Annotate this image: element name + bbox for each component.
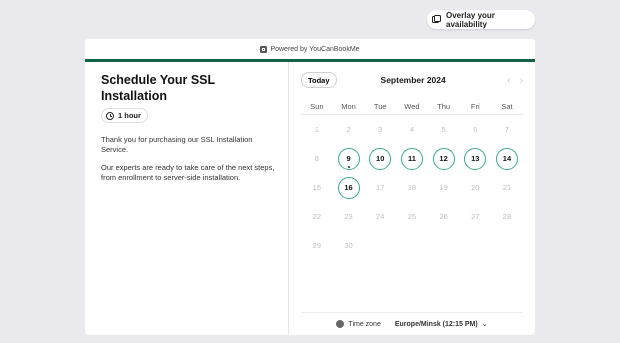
calendar-day-available[interactable]: 16 xyxy=(333,173,365,202)
day-number: 24 xyxy=(376,212,385,221)
chevron-left-icon[interactable]: ‹ xyxy=(507,75,510,86)
weekday-header: Sat xyxy=(491,99,523,115)
calendar-day: 3 xyxy=(364,115,396,144)
day-number: 2 xyxy=(346,125,351,134)
calendar-day: 21 xyxy=(491,173,523,202)
timezone-bar: Time zone Europe/Minsk (12:15 PM) ⌄ xyxy=(301,312,523,335)
day-number: 26 xyxy=(439,212,448,221)
today-button[interactable]: Today xyxy=(301,72,337,88)
timezone-label: Time zone xyxy=(348,320,381,328)
booking-card: Powered by YouCanBookMe Schedule Your SS… xyxy=(85,39,535,335)
day-number: 10 xyxy=(369,147,392,170)
day-number: 20 xyxy=(471,183,480,192)
calendar-header: Today September 2024 ‹ › xyxy=(301,72,523,88)
calendar-overlay-icon xyxy=(432,15,441,24)
event-details-panel: Schedule Your SSL Installation 1 hour Th… xyxy=(85,62,289,335)
calendar-day: 30 xyxy=(333,231,365,260)
day-number: 29 xyxy=(312,241,322,250)
powered-by-banner: Powered by YouCanBookMe xyxy=(85,39,535,59)
weekday-header: Wed xyxy=(396,99,428,115)
calendar-day: 22 xyxy=(301,202,333,231)
day-number: 30 xyxy=(344,241,353,250)
day-number: 21 xyxy=(502,183,512,192)
calendar-day: 8 xyxy=(301,144,333,173)
day-number: 12 xyxy=(432,147,455,170)
calendar-day: 24 xyxy=(364,202,396,231)
description-paragraph: Our experts are ready to take care of th… xyxy=(101,162,275,183)
calendar-panel: Today September 2024 ‹ › Sun Mon Tue Wed Thu… xyxy=(289,62,535,335)
day-number: 4 xyxy=(409,125,414,134)
day-number: 22 xyxy=(312,212,322,221)
calendar-grid: Sun Mon Tue Wed Thu Fri Sat 1 2 3 4 5 6 7 8 9 10 11 12 13 14… xyxy=(301,99,523,260)
calendar-day: 26 xyxy=(428,202,460,231)
event-title: Schedule Your SSL Installation xyxy=(101,73,215,103)
calendar-day-available[interactable]: 9 xyxy=(333,144,365,173)
duration-label: 1 hour xyxy=(118,111,141,120)
calendar-day: 4 xyxy=(396,115,428,144)
calendar-day: 5 xyxy=(428,115,460,144)
calendar-day: 6 xyxy=(459,115,491,144)
calendar-day-available[interactable]: 13 xyxy=(459,144,491,173)
calendar-day: 25 xyxy=(396,202,428,231)
day-number: 7 xyxy=(504,125,510,134)
weekday-header: Tue xyxy=(364,99,397,115)
calendar-day: 19 xyxy=(428,173,460,202)
day-number: 18 xyxy=(407,183,417,192)
calendar-day-available[interactable]: 12 xyxy=(428,144,460,173)
day-number: 28 xyxy=(502,212,512,221)
day-number: 5 xyxy=(441,125,446,134)
day-number: 11 xyxy=(400,147,423,170)
day-number: 17 xyxy=(376,183,385,192)
powered-by-text: Powered by YouCanBookMe xyxy=(270,45,360,53)
calendar-day-available[interactable]: 11 xyxy=(396,144,428,173)
duration-badge: 1 hour xyxy=(101,108,148,123)
globe-icon xyxy=(336,320,345,328)
event-description: Thank you for purchasing our SSL Install… xyxy=(101,135,278,184)
day-number: 9 xyxy=(337,147,360,170)
overlay-availability-button[interactable]: Overlay your availability xyxy=(427,10,535,29)
weekday-header: Mon xyxy=(332,99,365,115)
calendar-day: 18 xyxy=(396,173,428,202)
clock-icon xyxy=(106,111,114,120)
overlay-availability-label: Overlay your availability xyxy=(446,10,495,29)
day-number: 15 xyxy=(312,183,322,192)
weekday-header: Fri xyxy=(459,99,492,115)
chevron-down-icon[interactable]: ⌄ xyxy=(482,320,488,328)
day-number: 13 xyxy=(464,147,487,170)
day-number: 14 xyxy=(495,147,518,170)
day-number: 27 xyxy=(471,212,480,221)
description-paragraph: Thank you for purchasing our SSL Install… xyxy=(101,134,253,155)
calendar-day: 1 xyxy=(301,115,333,144)
calendar-day: 2 xyxy=(333,115,365,144)
youcanbookme-logo-icon xyxy=(260,45,268,53)
month-label: September 2024 xyxy=(380,75,446,85)
calendar-day: 23 xyxy=(333,202,365,231)
calendar-day: 7 xyxy=(491,115,523,144)
day-number: 8 xyxy=(314,154,319,163)
calendar-day-available[interactable]: 10 xyxy=(364,144,396,173)
calendar-day: 15 xyxy=(301,173,333,202)
day-number: 3 xyxy=(378,125,383,134)
calendar-day: 27 xyxy=(459,202,491,231)
day-number: 23 xyxy=(344,212,353,221)
day-number: 19 xyxy=(439,183,448,192)
calendar-day: 20 xyxy=(459,173,491,202)
calendar-day: 29 xyxy=(301,231,333,260)
day-number: 6 xyxy=(473,125,478,134)
day-number: 16 xyxy=(337,176,360,199)
calendar-day: 17 xyxy=(364,173,396,202)
chevron-right-icon[interactable]: › xyxy=(520,75,523,86)
day-number: 1 xyxy=(314,125,319,134)
weekday-header: Thu xyxy=(427,99,460,115)
day-number: 25 xyxy=(407,212,417,221)
weekday-header: Sun xyxy=(301,99,333,115)
calendar-day-available[interactable]: 14 xyxy=(491,144,523,173)
timezone-selector[interactable]: Europe/Minsk (12:15 PM) xyxy=(395,321,478,328)
calendar-day: 28 xyxy=(491,202,523,231)
